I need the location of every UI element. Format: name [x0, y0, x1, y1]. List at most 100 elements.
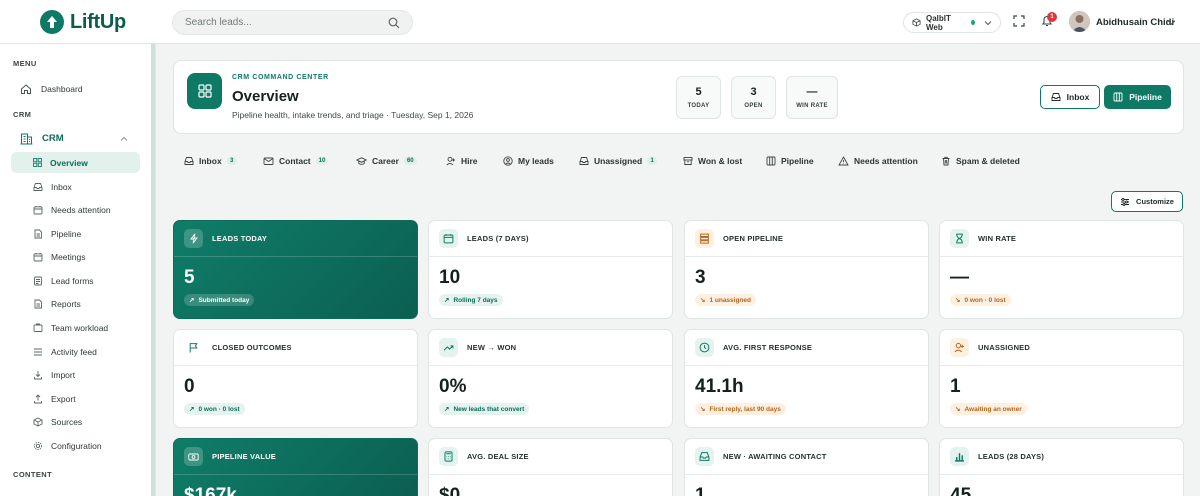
kpi-card-leads-28-days[interactable]: LEADS (28 DAYS) 45: [939, 438, 1184, 496]
kpi-card-avg-first-response[interactable]: AVG. FIRST RESPONSE 41.1h ↘ First reply, …: [684, 329, 929, 428]
trend-down-icon: ↘: [700, 297, 706, 304]
flag-icon: [184, 338, 203, 357]
card-value: 5: [184, 267, 195, 288]
page-eyebrow: CRM COMMAND CENTER: [232, 74, 329, 81]
tab-won-lost[interactable]: Won & lost: [683, 153, 742, 169]
card-value: 0%: [439, 376, 467, 397]
card-header: WIN RATE: [940, 221, 1183, 257]
sidebar-item-sources[interactable]: Sources: [11, 411, 140, 432]
sidebar-item-configuration[interactable]: Configuration: [11, 435, 140, 456]
tab-pipeline[interactable]: Pipeline: [766, 153, 814, 169]
card-title: NEW → WON: [467, 343, 517, 352]
card-value: 45: [950, 485, 972, 496]
fullscreen-icon[interactable]: [1013, 15, 1025, 27]
card-note-text: Awaiting an owner: [964, 405, 1022, 413]
grid-icon: [33, 158, 42, 167]
sidebar-item-dashboard[interactable]: Dashboard: [13, 78, 140, 99]
sidebar-item-import[interactable]: Import: [11, 364, 140, 385]
bolt-icon: [184, 229, 203, 248]
card-header: NEW → WON: [429, 330, 672, 366]
card-note-text: 1 unassigned: [709, 296, 751, 304]
tab-inbox[interactable]: Inbox 3: [184, 153, 237, 169]
search-box[interactable]: [172, 10, 413, 35]
tab-needs-attention[interactable]: Needs attention: [838, 153, 918, 169]
card-title: NEW · AWAITING CONTACT: [723, 452, 827, 461]
tab-hire[interactable]: Hire: [446, 153, 478, 169]
sidebar-item-export[interactable]: Export: [11, 388, 140, 409]
sidebar-item-label: Reports: [51, 298, 81, 309]
card-value: 0: [184, 376, 195, 397]
kpi-card-win-rate[interactable]: WIN RATE — ↘ 0 won · 0 lost: [939, 220, 1184, 319]
sidebar-scrollbar[interactable]: [151, 44, 155, 496]
tab-unassigned[interactable]: Unassigned 1: [579, 153, 658, 169]
sidebar-item-meetings[interactable]: Meetings: [11, 246, 140, 267]
sidebar-item-overview[interactable]: Overview: [11, 152, 140, 173]
pipeline-button[interactable]: Pipeline: [1104, 85, 1171, 109]
tab-career[interactable]: Career 60: [356, 153, 417, 169]
kpi-card-pipeline-value[interactable]: PIPELINE VALUE $167k: [173, 438, 418, 496]
user-name[interactable]: Abidhusain Chidi: [1096, 17, 1174, 28]
tab-spam-deleted[interactable]: Spam & deleted: [941, 153, 1020, 169]
tab-label: Unassigned: [594, 156, 643, 166]
sidebar-item-label: Export: [51, 393, 76, 404]
sidebar-item-lead-forms[interactable]: Lead forms: [11, 270, 140, 291]
kpi-card-new-to-won[interactable]: NEW → WON 0% ↗ New leads that convert: [428, 329, 673, 428]
kpi-card-avg-deal-size[interactable]: AVG. DEAL SIZE $0: [428, 438, 673, 496]
sidebar-item-activity-feed[interactable]: Activity feed: [11, 341, 140, 362]
card-note-text: Rolling 7 days: [453, 296, 498, 304]
kpi-card-open-pipeline[interactable]: OPEN PIPELINE 3 ↘ 1 unassigned: [684, 220, 929, 319]
card-header: LEADS TODAY: [174, 221, 417, 257]
building-icon: [20, 132, 33, 145]
user-plus-icon: [950, 338, 969, 357]
export-icon: [33, 393, 43, 404]
customize-button[interactable]: Customize: [1111, 191, 1183, 212]
calendar-icon: [33, 205, 43, 215]
tab-count: 60: [403, 157, 417, 165]
sidebar-item-inbox[interactable]: Inbox: [11, 176, 140, 197]
customize-label: Customize: [1136, 197, 1174, 206]
card-header: UNASSIGNED: [940, 330, 1183, 366]
user-add-icon: [446, 156, 456, 166]
card-note-text: First reply, last 90 days: [709, 405, 781, 413]
search-icon[interactable]: [388, 17, 400, 29]
inbox-icon: [184, 156, 194, 166]
app-logo[interactable]: LiftUp: [40, 10, 126, 34]
sidebar-item-needs-attention[interactable]: Needs attention: [11, 199, 140, 220]
page-header: CRM COMMAND CENTER Overview Pipeline hea…: [173, 60, 1184, 134]
tab-contact[interactable]: Contact 10: [263, 153, 329, 169]
workspace-name: QalbIT Web: [926, 13, 951, 32]
sidebar-group-crm[interactable]: CRM: [13, 128, 140, 149]
inbox-icon: [33, 182, 43, 192]
chevron-up-icon: [120, 135, 128, 143]
logo-icon: [40, 10, 64, 34]
stat-today: 5 TODAY: [676, 76, 721, 119]
sidebar-item-pipeline[interactable]: Pipeline: [11, 223, 140, 244]
card-title: LEADS (28 DAYS): [978, 452, 1045, 461]
kpi-card-unassigned[interactable]: UNASSIGNED 1 ↘ Awaiting an owner: [939, 329, 1184, 428]
sidebar-section-content: CONTENT: [13, 470, 53, 479]
tab-my-leads[interactable]: My leads: [503, 153, 554, 169]
sidebar-item-team-workload[interactable]: Team workload: [11, 317, 140, 338]
kpi-card-closed-outcomes[interactable]: CLOSED OUTCOMES 0 ↗ 0 won · 0 lost: [173, 329, 418, 428]
card-header: AVG. DEAL SIZE: [429, 439, 672, 475]
chevron-down-icon: [984, 19, 992, 27]
kpi-card-leads-7-days[interactable]: LEADS (7 DAYS) 10 ↗ Rolling 7 days: [428, 220, 673, 319]
kpi-card-leads-today[interactable]: LEADS TODAY 5 ↗ Submitted today: [173, 220, 418, 319]
stat-value: —: [806, 86, 818, 98]
page-title: Overview: [232, 88, 299, 105]
import-icon: [33, 370, 43, 380]
tab-label: Needs attention: [854, 156, 918, 166]
kpi-card-new-awaiting-contact[interactable]: NEW · AWAITING CONTACT 1: [684, 438, 929, 496]
sidebar-item-label: Team workload: [51, 322, 109, 333]
search-input[interactable]: [185, 17, 388, 28]
inbox-button[interactable]: Inbox: [1040, 85, 1100, 109]
chevron-down-icon[interactable]: [1167, 18, 1176, 27]
app-name: LiftUp: [70, 10, 126, 33]
trend-up-icon: ↗: [444, 406, 450, 413]
notification-badge: 1: [1047, 12, 1057, 22]
workspace-switcher[interactable]: QalbIT Web: [903, 12, 1001, 33]
avatar[interactable]: [1069, 11, 1090, 32]
tab-label: Spam & deleted: [956, 156, 1020, 166]
card-note: ↗ Rolling 7 days: [439, 294, 503, 306]
sidebar-item-reports[interactable]: Reports: [11, 293, 140, 314]
